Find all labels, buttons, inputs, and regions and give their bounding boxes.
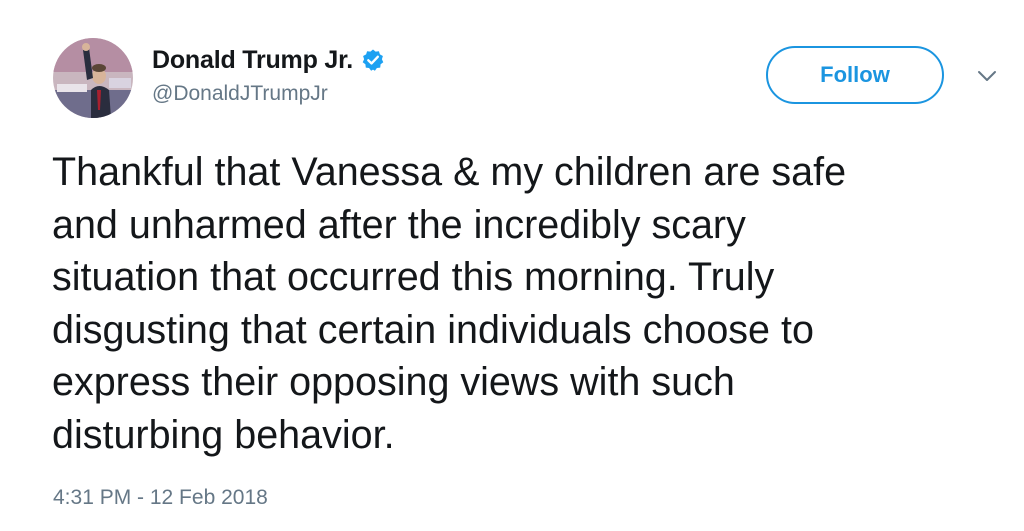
tweet-text-line: disturbing behavior. [52,412,395,457]
tweet-card: Donald Trump Jr. @DonaldJTrumpJr Follow … [0,0,1024,531]
tweet-text-line: express their opposing views with such [52,360,735,404]
follow-button[interactable]: Follow [766,46,944,104]
tweet-timestamp[interactable]: 4:31 PM - 12 Feb 2018 [53,486,268,510]
tweet-text-line: Thankful that Vanessa & my children are … [52,150,847,194]
user-name-row: Donald Trump Jr. [152,44,385,76]
tweet-text-line: and unharmed after the incredibly scary [52,202,746,247]
user-handle[interactable]: @DonaldJTrumpJr [152,82,328,106]
chevron-down-icon[interactable] [976,68,998,84]
display-name[interactable]: Donald Trump Jr. [152,46,353,75]
avatar[interactable] [53,38,133,118]
tweet-text: Thankful that Vanessa & my children are … [52,146,1002,461]
tweet-text-line: situation that occurred this morning. Tr… [52,255,775,299]
tweet-text-line: disgusting that certain individuals choo… [52,307,814,352]
avatar-photo-icon [53,38,133,118]
verified-badge-icon [361,48,385,72]
